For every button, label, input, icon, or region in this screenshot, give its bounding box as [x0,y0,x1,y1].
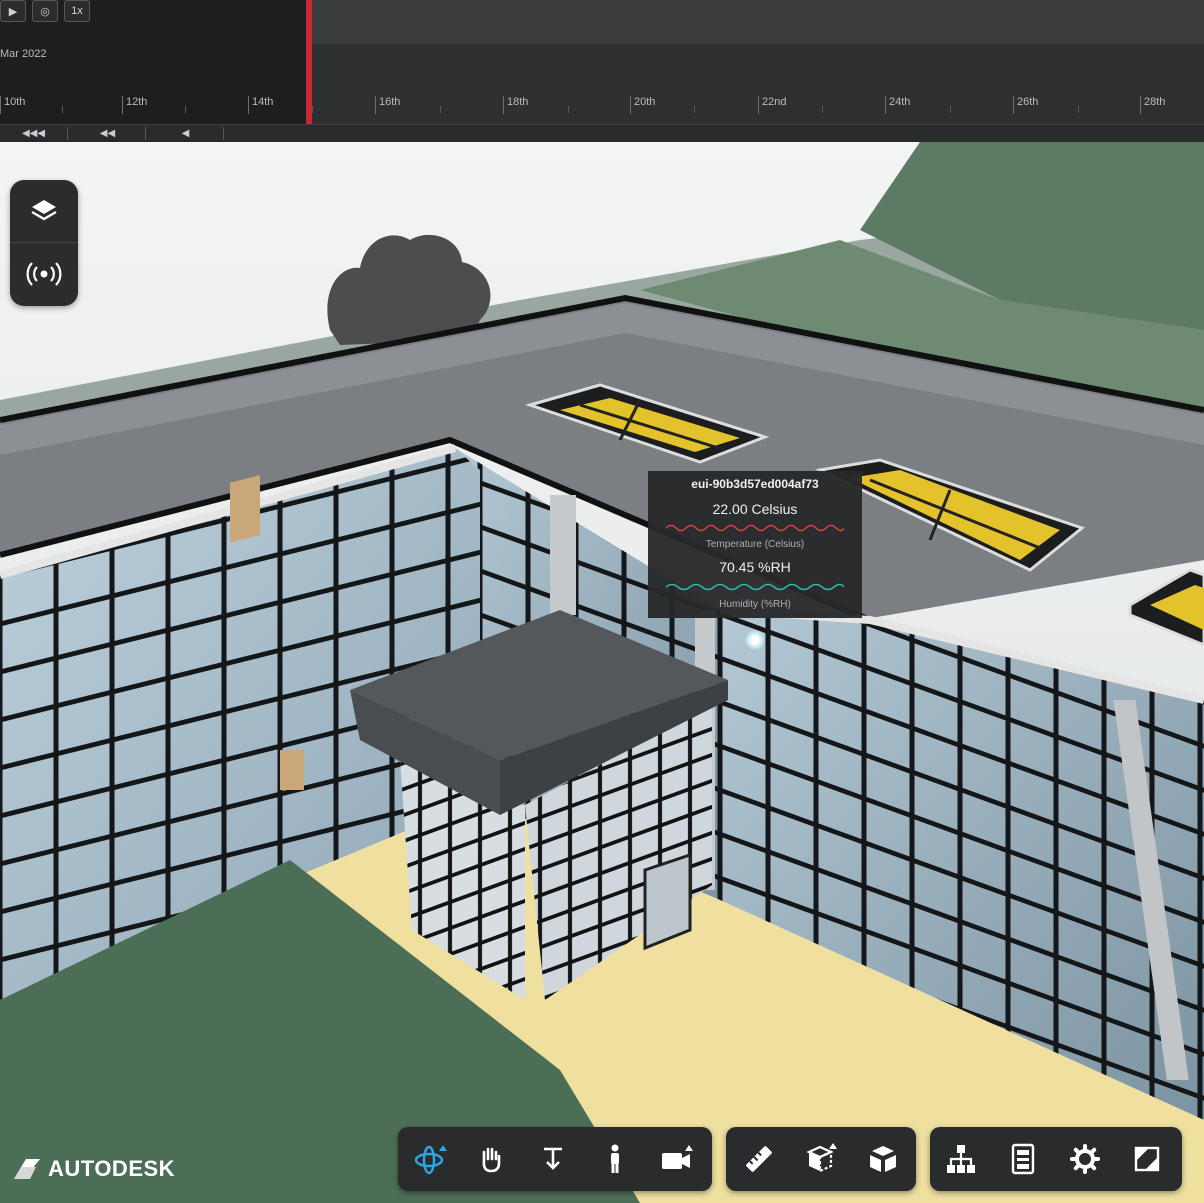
timeline-date: Mar 2022 [0,48,47,60]
timeline-tick-label: 22nd [762,96,787,108]
sensor-broadcast-icon [26,261,62,286]
timeline-minor-tick [185,106,186,113]
modeling-tools [726,1127,916,1191]
entrance-door [643,852,692,951]
3d-viewport[interactable] [0,142,1204,1203]
timeline-tick [630,96,631,114]
play-button[interactable]: ▶ [0,0,26,22]
speed-button[interactable]: 1x [64,0,90,22]
properties-icon [1011,1143,1035,1175]
measure-button[interactable] [728,1127,790,1191]
temperature-label: Temperature (Celsius) [705,539,805,550]
timeline-tick [375,96,376,114]
timeline-minor-tick [312,106,313,113]
dolly-icon [544,1147,562,1170]
timeline-tick-label: 14th [252,96,274,108]
rewind-fast-button[interactable]: ◀◀◀ [0,127,68,140]
humidity-label: Humidity (%RH) [719,599,791,610]
timeline-tick-label: 20th [634,96,656,108]
timeline-minor-tick [568,106,569,113]
viewer-app: ▶ ◎ 1x Mar 2022 10th 12th 14th 16th 18th… [0,0,1204,1203]
fullscreen-button[interactable] [1116,1127,1178,1191]
timeline-tick [758,96,759,114]
walk-button[interactable] [584,1127,646,1191]
timeline-tick [503,96,504,114]
section-box-button[interactable] [790,1127,852,1191]
record-button[interactable]: ◎ [32,0,58,22]
brand-name: AUTODESK [48,1156,176,1181]
humidity-sparkline [666,583,844,591]
measure-icon [746,1146,772,1172]
timeline-playhead[interactable] [306,0,312,124]
temperature-value: 22.00 Celsius [712,501,798,517]
layers-button[interactable] [10,180,78,242]
timeline-tick-label: 10th [4,96,26,108]
orbit-button[interactable] [398,1127,460,1191]
timeline-tick [122,96,123,114]
properties-button[interactable] [992,1127,1054,1191]
timeline-panel: ▶ ◎ 1x Mar 2022 10th 12th 14th 16th 18th… [0,0,1204,142]
sensor-marker[interactable] [745,630,765,650]
interior-door [280,750,304,790]
autodesk-logo: AUTODESK [12,1156,175,1182]
timeline-minor-tick [694,106,695,113]
timeline-tick-label: 28th [1144,96,1166,108]
settings-button[interactable] [1054,1127,1116,1191]
timeline-minor-tick [62,106,63,113]
settings-gear-icon [1070,1144,1100,1174]
navigation-tools [398,1127,712,1191]
sensor-tooltip: eui-90b3d57ed004af73 22.00 Celsius Tempe… [648,471,862,618]
orbit-icon [414,1145,447,1175]
timeline-minor-tick [1078,106,1079,113]
timeline-tick [0,96,1,114]
sensor-device-id: eui-90b3d57ed004af73 [691,477,819,491]
layers-toolbar [10,180,78,306]
pan-icon [482,1147,501,1173]
timeline-tick-label: 18th [507,96,529,108]
timeline-controls: ▶ ◎ 1x [0,0,90,22]
timeline-playback-bar: ◀◀◀ ◀◀ ◀ [0,124,1204,142]
timeline-tick-label: 16th [379,96,401,108]
temperature-sparkline [666,524,844,532]
autodesk-mark-icon [14,1159,40,1179]
building-model-scene [0,142,1204,1203]
sensors-button[interactable] [10,242,78,304]
timeline-tick [885,96,886,114]
timeline-tick-label: 26th [1017,96,1039,108]
timeline-ruler: 10th 12th 14th 16th 18th 20th 22nd 24th [0,90,1204,124]
camera-icon [662,1145,693,1169]
timeline-minor-tick [950,106,951,113]
timeline-minor-tick [440,106,441,113]
settings-tools [930,1127,1182,1191]
humidity-value: 70.45 %RH [719,559,791,575]
fullscreen-icon [1134,1146,1160,1172]
timeline-minor-tick [822,106,823,113]
section-box-icon [806,1143,837,1173]
explode-button[interactable] [852,1127,914,1191]
timeline-tick-label: 12th [126,96,148,108]
model-browser-icon [947,1145,975,1173]
explode-icon [870,1146,896,1172]
timeline-tick-label: 24th [889,96,911,108]
model-browser-button[interactable] [930,1127,992,1191]
walk-icon [611,1144,619,1173]
layers-icon [31,200,57,221]
interior-door [230,475,260,543]
pan-button[interactable] [460,1127,522,1191]
dolly-button[interactable] [522,1127,584,1191]
timeline-tick [1140,96,1141,114]
timeline-tick [1013,96,1014,114]
rewind-button[interactable]: ◀◀ [70,127,146,140]
step-back-button[interactable]: ◀ [148,127,224,140]
camera-button[interactable] [646,1127,708,1191]
structural-column [550,495,576,615]
timeline-tick [248,96,249,114]
